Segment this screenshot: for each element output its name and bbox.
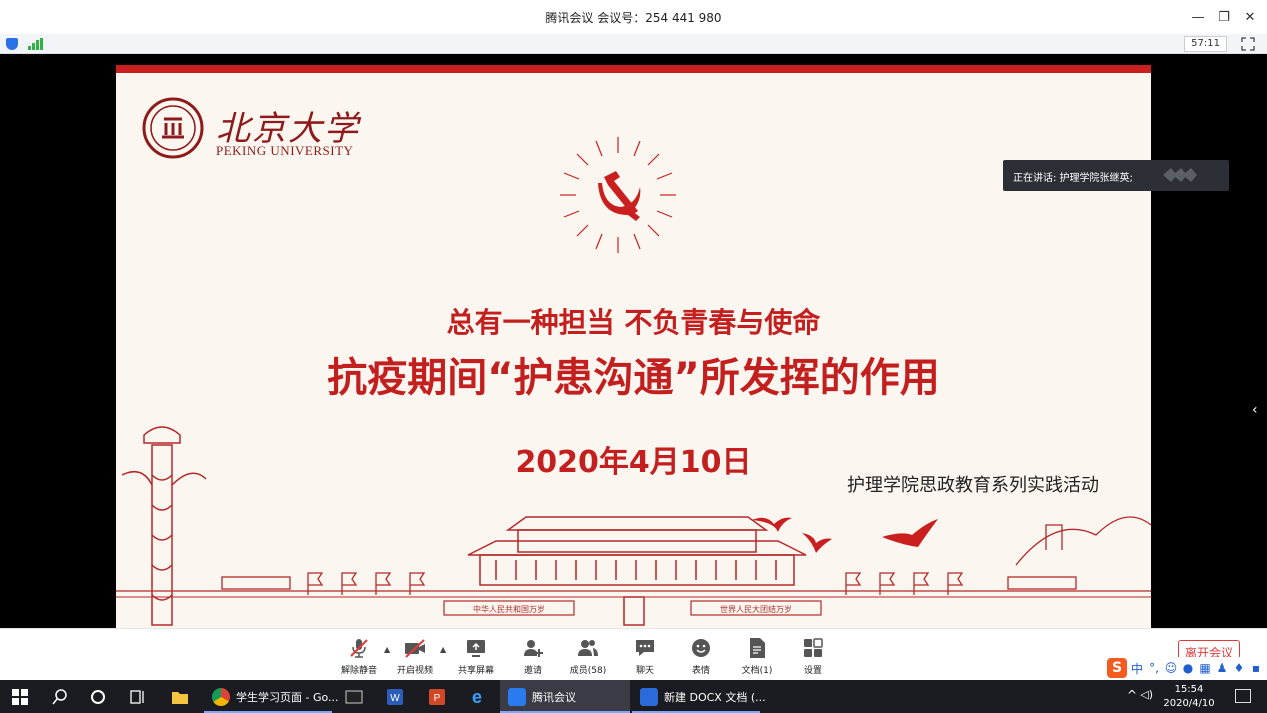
slide-banner-right: 世界人民大团结万岁 <box>720 604 792 614</box>
ime-toolbar: S 中 °, ☺ ● ▦ ♟ ♦ ▪ <box>1105 657 1265 679</box>
members-label: 成员(58) <box>569 666 607 676</box>
restore-button[interactable]: ❐ <box>1213 6 1235 28</box>
members-button[interactable]: 成员(58) <box>558 637 618 679</box>
taskbar-app-tencent-meeting[interactable]: 腾讯会议 <box>500 680 630 713</box>
slide-banner-left: 中华人民共和国万岁 <box>473 604 545 614</box>
security-shield-icon[interactable] <box>6 38 18 50</box>
settings-button[interactable]: 设置 <box>783 637 843 679</box>
cortana-icon[interactable] <box>80 680 116 713</box>
network-signal-icon[interactable] <box>28 38 43 50</box>
svg-text:P: P <box>434 693 441 704</box>
share-screen-icon <box>467 640 485 657</box>
taskbar-app-docx[interactable]: 新建 DOCX 文档 (... <box>632 680 766 713</box>
peking-university-seal-icon <box>142 97 204 159</box>
docx-label: 新建 DOCX 文档 (... <box>664 690 766 704</box>
app-window: 腾讯会议 会议号：254 441 980 — ❐ ✕ 57:11 北京大学 PE… <box>0 0 1267 713</box>
tiananmen-decoration: 中华人民共和国万岁 世界人民大团结万岁 <box>116 426 1151 626</box>
ime-tools-icon[interactable]: ▪ <box>1249 661 1263 675</box>
speaker-avatar-blur-icon <box>1163 168 1197 182</box>
share-screen-label: 共享屏幕 <box>457 666 494 676</box>
smiley-icon <box>692 639 710 657</box>
clock-time: 15:54 <box>1174 684 1204 695</box>
ime-skin-icon[interactable]: ♦ <box>1232 661 1246 675</box>
start-video-label: 开启视频 <box>396 666 433 676</box>
powerpoint-icon[interactable]: P <box>418 680 456 713</box>
docs-button[interactable]: 文档(1) <box>727 637 787 679</box>
university-name-en: PEKING UNIVERSITY <box>216 143 354 158</box>
muted-mic-icon <box>350 639 368 658</box>
speaker-icon[interactable]: ◁) <box>1140 688 1153 701</box>
start-video-button[interactable]: 开启视频 <box>385 637 445 679</box>
chrome-label: 学生学习页面 - Go... <box>236 690 339 704</box>
svg-text:e: e <box>472 688 482 706</box>
tray-expand-icon[interactable]: ^ <box>1127 688 1137 702</box>
reactions-label: 表情 <box>691 666 710 676</box>
active-speaker-tag: 正在讲话: 护理学院张继英; <box>1003 160 1229 191</box>
share-screen-button[interactable]: 共享屏幕 <box>446 637 506 679</box>
tencent-meeting-label: 腾讯会议 <box>532 690 576 704</box>
slide-subtitle: 总有一种担当 不负青春与使命 <box>446 306 821 339</box>
ime-voice-icon[interactable]: ● <box>1181 661 1195 675</box>
docs-label: 文档(1) <box>741 666 773 676</box>
meeting-status-bar: 57:11 <box>0 34 1267 54</box>
presentation-slide: 北京大学 PEKING UNIVERSITY 总有一种担当 不负青春与使命 抗疫 <box>116 65 1151 628</box>
chat-icon <box>636 640 654 656</box>
search-icon[interactable] <box>42 680 78 713</box>
active-speaker-text: 正在讲话: 护理学院张继英; <box>1013 173 1133 184</box>
unmute-button[interactable]: 解除静音 <box>329 637 389 679</box>
ime-language-toggle[interactable]: 中 <box>1130 660 1144 677</box>
reactions-button[interactable]: 表情 <box>671 637 731 679</box>
system-clock[interactable]: 15:54 2020/4/10 <box>1159 683 1219 711</box>
unmute-label: 解除静音 <box>340 666 377 676</box>
ime-emoji-icon[interactable]: ☺ <box>1164 661 1178 675</box>
svg-text:W: W <box>390 693 400 704</box>
title-bar: 腾讯会议 会议号：254 441 980 — ❐ ✕ <box>0 0 1267 34</box>
sidebar-expand-icon[interactable]: ‹ <box>1252 402 1264 420</box>
windows-start-icon[interactable] <box>0 680 40 713</box>
document-icon <box>750 638 765 658</box>
invite-label: 邀请 <box>523 666 542 676</box>
members-icon <box>578 640 598 656</box>
ime-punctuation-toggle[interactable]: °, <box>1147 661 1161 675</box>
shared-screen-area: 北京大学 PEKING UNIVERSITY 总有一种担当 不负青春与使命 抗疫 <box>0 55 1267 628</box>
close-button[interactable]: ✕ <box>1239 6 1261 28</box>
window-controls: — ❐ ✕ <box>1187 6 1261 28</box>
window-title: 腾讯会议 会议号：254 441 980 <box>545 11 722 25</box>
meeting-toolbar: 解除静音 ▲ 开启视频 ▲ 共享屏幕 邀请 成员(58) 聊天 表情 文档(1)… <box>0 628 1267 680</box>
minimize-button[interactable]: — <box>1187 6 1209 28</box>
settings-grid-icon <box>804 638 823 657</box>
ime-keyboard-icon[interactable]: ▦ <box>1198 661 1212 675</box>
chrome-icon <box>212 687 230 706</box>
clock-date: 2020/4/10 <box>1163 698 1215 709</box>
file-explorer-icon[interactable] <box>162 680 198 713</box>
notification-center-icon[interactable] <box>1235 689 1251 703</box>
hammer-sickle-emblem-icon <box>560 137 676 253</box>
tencent-meeting-icon <box>508 687 526 706</box>
taskbar-app-chrome[interactable]: 学生学习页面 - Go... <box>204 680 339 713</box>
video-off-icon <box>405 639 425 658</box>
word-icon[interactable]: W <box>376 680 414 713</box>
settings-label: 设置 <box>803 666 822 676</box>
terminal-icon[interactable] <box>336 680 372 713</box>
wps-writer-icon <box>640 687 658 706</box>
edge-icon[interactable]: e <box>458 680 496 713</box>
ime-user-icon[interactable]: ♟ <box>1215 661 1229 675</box>
fullscreen-icon[interactable] <box>1241 37 1255 51</box>
task-view-icon[interactable] <box>120 680 156 713</box>
chat-label: 聊天 <box>635 666 654 676</box>
slide-top-stripe <box>116 65 1151 73</box>
meeting-timer: 57:11 <box>1184 36 1227 52</box>
slide-title: 抗疫期间“护患沟通”所发挥的作用 <box>327 355 940 401</box>
chat-button[interactable]: 聊天 <box>615 637 675 679</box>
invite-button[interactable]: 邀请 <box>503 637 563 679</box>
invite-user-icon <box>524 640 543 657</box>
sogou-ime-icon[interactable]: S <box>1107 658 1127 678</box>
windows-taskbar: 学生学习页面 - Go... W P e 腾讯会议 新建 DOCX 文档 (..… <box>0 680 1267 713</box>
